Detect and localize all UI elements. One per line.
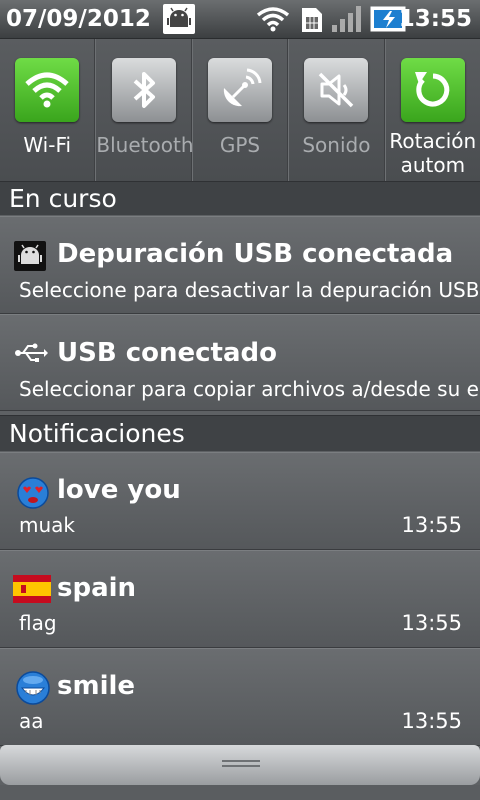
toggle-wifi[interactable]: Wi-Fi (0, 39, 96, 181)
notification-title: USB conectado (57, 338, 277, 368)
smile-emoticon-icon (16, 671, 50, 709)
notification-time: 13:55 (401, 513, 462, 537)
notification-subtitle: aa (19, 709, 44, 733)
notification-love-you[interactable]: love you muak 13:55 (0, 452, 480, 550)
notification-usb-debugging[interactable]: Depuración USB conectada Seleccione para… (0, 216, 480, 314)
toggle-sound-button[interactable] (304, 58, 369, 122)
notification-time: 13:55 (401, 709, 462, 733)
toggle-bluetooth-button[interactable] (111, 58, 176, 122)
quick-settings-bar: Wi-Fi Bluetooth GPS Sonido Rotación auto… (0, 39, 480, 181)
toggle-wifi-button[interactable] (15, 58, 80, 122)
notification-subtitle: Seleccione para desactivar la depuración… (19, 278, 480, 302)
notification-usb-connected[interactable]: USB conectado Seleccionar para copiar ar… (0, 314, 480, 411)
android-debug-icon (163, 4, 195, 38)
sim-icon (300, 6, 324, 38)
bottom-strip (0, 785, 480, 800)
toggle-sound-label: Sonido (302, 133, 371, 157)
toggle-gps[interactable]: GPS (191, 39, 289, 181)
toggle-rotation[interactable]: Rotación autom (384, 39, 480, 181)
status-bar: 07/09/2012 13:55 (0, 0, 480, 39)
notification-shade-handle[interactable] (0, 745, 480, 785)
drag-grip-icon (222, 760, 260, 762)
notification-spain[interactable]: spain flag 13:55 (0, 550, 480, 648)
toggle-sound[interactable]: Sonido (288, 39, 385, 181)
section-header-notifications: Notificaciones (0, 415, 480, 451)
bluetooth-icon (133, 72, 155, 108)
notification-subtitle: Seleccionar para copiar archivos a/desde… (19, 377, 480, 401)
toggle-rotation-button[interactable] (400, 58, 465, 122)
usb-icon (14, 342, 48, 368)
section-header-ongoing: En curso (0, 181, 480, 215)
gps-icon (223, 68, 262, 107)
notification-subtitle: flag (19, 611, 57, 635)
sound-muted-icon (319, 72, 354, 108)
rotation-icon (414, 72, 450, 107)
signal-icon (330, 5, 364, 37)
notification-title: spain (57, 573, 137, 603)
status-time: 13:55 (398, 6, 472, 32)
wifi-icon (256, 6, 290, 36)
wifi-icon (25, 72, 69, 108)
spain-flag-icon (13, 575, 51, 607)
notification-title: smile (57, 671, 136, 701)
notification-subtitle: muak (19, 513, 75, 537)
notification-time: 13:55 (401, 611, 462, 635)
notification-smile[interactable]: smile aa 13:55 (0, 648, 480, 746)
toggle-wifi-label: Wi-Fi (23, 133, 72, 157)
toggle-gps-button[interactable] (208, 58, 273, 122)
notification-title: Depuración USB conectada (57, 239, 454, 269)
love-emoticon-icon (17, 477, 49, 513)
toggle-gps-label: GPS (219, 133, 261, 157)
notification-title: love you (57, 475, 181, 505)
android-debug-icon (14, 241, 46, 275)
status-date: 07/09/2012 (6, 6, 151, 32)
toggle-rotation-label: Rotación autom (389, 129, 477, 177)
toggle-bluetooth[interactable]: Bluetooth (95, 39, 194, 181)
toggle-bluetooth-label: Bluetooth (96, 133, 194, 157)
